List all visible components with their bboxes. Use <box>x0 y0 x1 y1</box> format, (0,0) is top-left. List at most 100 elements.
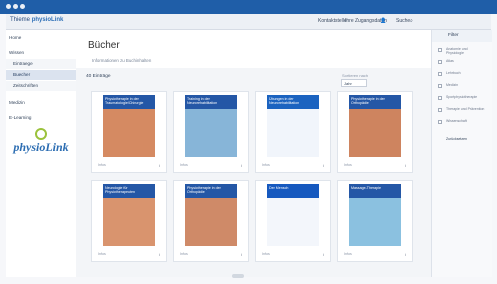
book-title: Massage-Therapie <box>349 184 401 198</box>
scroll-indicator[interactable] <box>232 274 244 278</box>
reset-filter-button[interactable]: Zurücksetzen <box>438 135 486 143</box>
book-title: Physiotherapie in der Traumatologie/Chir… <box>103 95 155 109</box>
filter-panel: Filter Anatomie und Physiologie Atlas Le… <box>431 30 492 277</box>
filter-option-label: Therapie und Prävention <box>446 107 485 111</box>
info-icon[interactable]: i <box>405 252 406 257</box>
book-meta: Infos <box>262 252 270 256</box>
checkbox-icon[interactable] <box>438 48 442 52</box>
search-icon[interactable]: ⌕ <box>410 18 413 24</box>
window-maximize-dot[interactable] <box>20 4 25 9</box>
logo-icon <box>35 128 47 140</box>
sidebar-item-medicine[interactable]: Medizin <box>6 98 76 108</box>
filter-option-label: Atlas <box>446 59 454 63</box>
filter-option-label: Medizin <box>446 83 459 87</box>
filter-option[interactable]: Therapie und Prävention <box>438 107 486 115</box>
logo-text: physioLink <box>13 140 69 154</box>
user-icon[interactable]: 👤 <box>380 18 386 24</box>
book-cover: Übungen in der Neurorehabilitation <box>267 95 319 157</box>
filter-option[interactable]: Lehrbuch <box>438 71 486 79</box>
book-cover: Neurologie für Physiotherapeuten <box>103 184 155 246</box>
info-icon[interactable]: i <box>241 252 242 257</box>
book-meta: Infos <box>180 252 188 256</box>
info-icon[interactable]: i <box>323 252 324 257</box>
book-title: Physiotherapie in der Orthopädie <box>185 184 237 198</box>
brand[interactable]: Thieme physioLink <box>10 17 63 23</box>
filter-option[interactable]: Wissenschaft <box>438 119 486 127</box>
book-title: Neurologie für Physiotherapeuten <box>103 184 155 198</box>
filter-option[interactable]: Sportphysiotherapie <box>438 95 486 103</box>
page-header: Bücher Informationen zu Buchinhalten <box>76 30 431 68</box>
book-card[interactable]: Übungen in der Neurorehabilitation Infos… <box>255 91 331 173</box>
brand-prefix: Thieme <box>10 17 31 23</box>
checkbox-icon[interactable] <box>438 120 442 124</box>
filter-option[interactable]: Medizin <box>438 83 486 91</box>
book-title: Physiotherapie in der Orthopädie <box>349 95 401 109</box>
window-minimize-dot[interactable] <box>13 4 18 9</box>
book-cover-image <box>267 109 319 157</box>
book-card[interactable]: Training in der Neurorehabilitation Info… <box>173 91 249 173</box>
book-cover: Der Mensch <box>267 184 319 246</box>
sidebar-item-entries[interactable]: Eintraege <box>6 59 76 69</box>
filter-option-label: Sportphysiotherapie <box>446 95 478 99</box>
book-card[interactable]: Der Mensch Infos i <box>255 180 331 262</box>
book-cover: Massage-Therapie <box>349 184 401 246</box>
info-icon[interactable]: i <box>405 163 406 168</box>
book-card[interactable]: Physiotherapie in der Orthopädie Infos i <box>173 180 249 262</box>
checkbox-icon[interactable] <box>438 108 442 112</box>
top-link-search[interactable]: Suche <box>396 18 410 24</box>
book-meta: Infos <box>344 163 352 167</box>
sidebar-item-elearning[interactable]: E-Learning <box>6 113 76 123</box>
book-card[interactable]: Neurologie für Physiotherapeuten Infos i <box>91 180 167 262</box>
book-meta: Infos <box>98 252 106 256</box>
sidebar-item-wissen[interactable]: Wissen <box>6 48 76 58</box>
checkbox-icon[interactable] <box>438 72 442 76</box>
book-cover-image <box>103 198 155 246</box>
filter-title: Filter <box>432 30 492 42</box>
book-card[interactable]: Physiotherapie in der Orthopädie Infos i <box>337 91 413 173</box>
book-meta: Infos <box>180 163 188 167</box>
sidebar-item-books[interactable]: Buecher <box>6 70 76 80</box>
window-chrome <box>0 0 497 14</box>
book-cover: Training in der Neurorehabilitation <box>185 95 237 157</box>
book-cover-image <box>349 109 401 157</box>
book-title: Training in der Neurorehabilitation <box>185 95 237 109</box>
sort-label: Sortieren nach <box>342 73 369 78</box>
book-meta: Infos <box>344 252 352 256</box>
info-icon[interactable]: i <box>241 163 242 168</box>
physiolink-logo: physioLink <box>13 128 69 160</box>
book-title: Übungen in der Neurorehabilitation <box>267 95 319 109</box>
info-icon[interactable]: i <box>159 252 160 257</box>
book-cover: Physiotherapie in der Orthopädie <box>349 95 401 157</box>
window-close-dot[interactable] <box>6 4 11 9</box>
sidebar-item-home[interactable]: Home <box>6 33 76 43</box>
filter-option-label: Wissenschaft <box>446 119 467 123</box>
top-link-contact[interactable]: Kontaktstelle <box>318 18 347 24</box>
filter-option[interactable]: Anatomie und Physiologie <box>438 47 486 55</box>
brand-name: physioLink <box>31 17 64 23</box>
filter-option[interactable]: Atlas <box>438 59 486 67</box>
book-meta: Infos <box>262 163 270 167</box>
info-icon[interactable]: i <box>323 163 324 168</box>
sort-select[interactable]: Jahr <box>341 79 367 87</box>
page-subtitle: Informationen zu Buchinhalten <box>92 58 152 63</box>
app-window: Thieme physioLink Kontaktstelle Ihre Zug… <box>0 0 497 284</box>
book-cover-image <box>267 198 319 246</box>
book-cover-image <box>185 198 237 246</box>
book-cover: Physiotherapie in der Orthopädie <box>185 184 237 246</box>
top-bar: Thieme physioLink Kontaktstelle Ihre Zug… <box>6 14 491 30</box>
book-card[interactable]: Massage-Therapie Infos i <box>337 180 413 262</box>
page-title: Bücher <box>88 40 120 51</box>
checkbox-icon[interactable] <box>438 60 442 64</box>
info-icon[interactable]: i <box>159 163 160 168</box>
sidebar: Home Wissen Eintraege Buecher Zeitschrif… <box>6 30 77 277</box>
book-card[interactable]: Physiotherapie in der Traumatologie/Chir… <box>91 91 167 173</box>
checkbox-icon[interactable] <box>438 84 442 88</box>
book-cover-image <box>185 109 237 157</box>
book-title: Der Mensch <box>267 184 319 198</box>
book-cover: Physiotherapie in der Traumatologie/Chir… <box>103 95 155 157</box>
checkbox-icon[interactable] <box>438 96 442 100</box>
book-cover-image <box>349 198 401 246</box>
sidebar-item-journals[interactable]: Zeitschriften <box>6 81 76 91</box>
book-cover-image <box>103 109 155 157</box>
results-count: 40 Einträge <box>86 74 111 79</box>
